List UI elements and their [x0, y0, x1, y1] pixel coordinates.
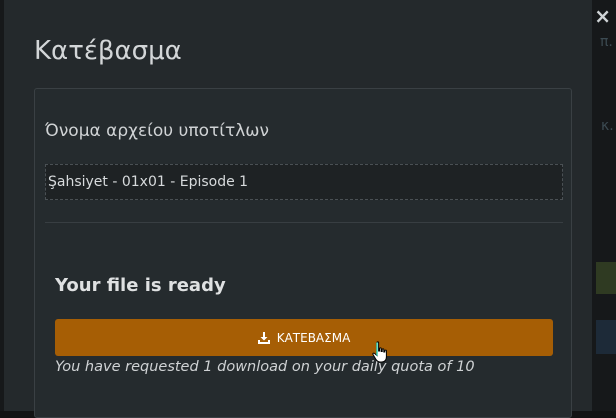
filename-label: Όνομα αρχείου υποτίτλων	[45, 121, 270, 141]
download-icon	[257, 331, 270, 344]
background-text: π.	[600, 34, 613, 50]
filename-field[interactable]: Şahsiyet - 01x01 - Episode 1	[45, 164, 563, 200]
download-modal: × Κατέβασμα Όνομα αρχείου υποτίτλων Şahs…	[4, 0, 611, 418]
background-panel	[596, 320, 616, 354]
background-panel	[596, 262, 616, 294]
quota-text: You have requested 1 download on your da…	[55, 359, 475, 375]
ready-heading: Your file is ready	[55, 275, 226, 296]
modal-title: Κατέβασμα	[34, 36, 182, 66]
hand-cursor-icon	[372, 341, 387, 363]
background-text: κ.	[601, 118, 614, 134]
download-button-label: ΚΑΤΕΒΑΣΜΑ	[276, 330, 351, 345]
divider	[45, 222, 563, 223]
download-button[interactable]: ΚΑΤΕΒΑΣΜΑ	[55, 319, 553, 356]
close-button[interactable]: ×	[594, 6, 611, 26]
download-panel: Όνομα αρχείου υποτίτλων Şahsiyet - 01x01…	[34, 88, 572, 418]
